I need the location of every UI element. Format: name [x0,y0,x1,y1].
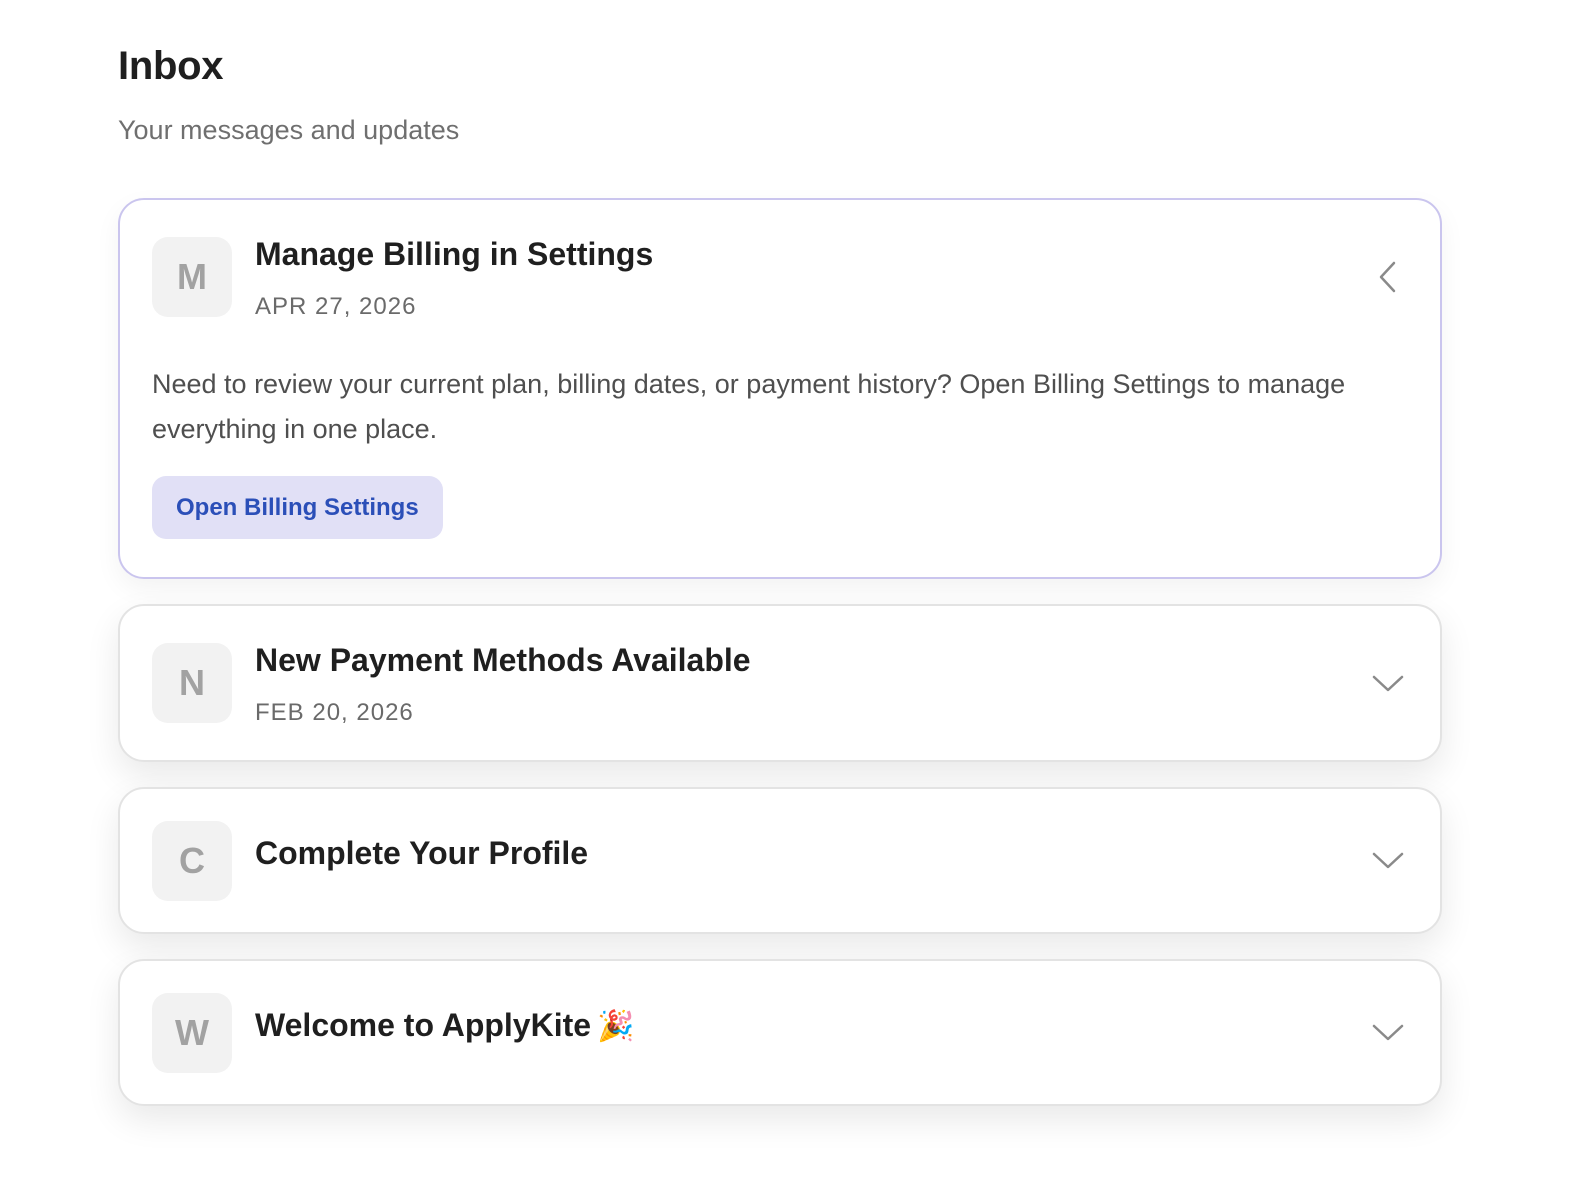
open-billing-settings-button[interactable]: Open Billing Settings [152,476,443,539]
chevron-down-icon[interactable] [1368,840,1408,880]
chevron-left-icon[interactable] [1368,257,1408,297]
message-list: M Manage Billing in Settings APR 27, 202… [118,198,1442,1131]
message-card-welcome[interactable]: W Welcome to ApplyKite 🎉 [118,959,1442,1106]
avatar: W [152,993,232,1073]
page-subtitle: Your messages and updates [118,115,460,145]
message-date: APR 27, 2026 [255,293,417,320]
party-popper-icon: 🎉 [597,1010,635,1043]
message-title: New Payment Methods Available [255,642,751,678]
message-card-billing[interactable]: M Manage Billing in Settings APR 27, 202… [118,198,1442,579]
avatar: M [152,237,232,317]
avatar: C [152,821,232,901]
message-card-payment-methods[interactable]: N New Payment Methods Available FEB 20, … [118,604,1442,762]
message-title-text: Welcome to ApplyKite [255,1007,592,1043]
message-title: Welcome to ApplyKite 🎉 [255,1007,634,1044]
message-body: Need to review your current plan, billin… [152,369,1346,444]
page-title: Inbox [118,44,224,88]
inbox-page: Inbox Your messages and updates M Manage… [0,0,1590,1190]
chevron-down-icon[interactable] [1368,1012,1408,1052]
message-title: Complete Your Profile [255,835,589,871]
message-title: Manage Billing in Settings [255,236,654,272]
chevron-down-icon[interactable] [1368,663,1408,703]
message-card-complete-profile[interactable]: C Complete Your Profile [118,787,1442,934]
avatar: N [152,643,232,723]
message-date: FEB 20, 2026 [255,699,414,726]
